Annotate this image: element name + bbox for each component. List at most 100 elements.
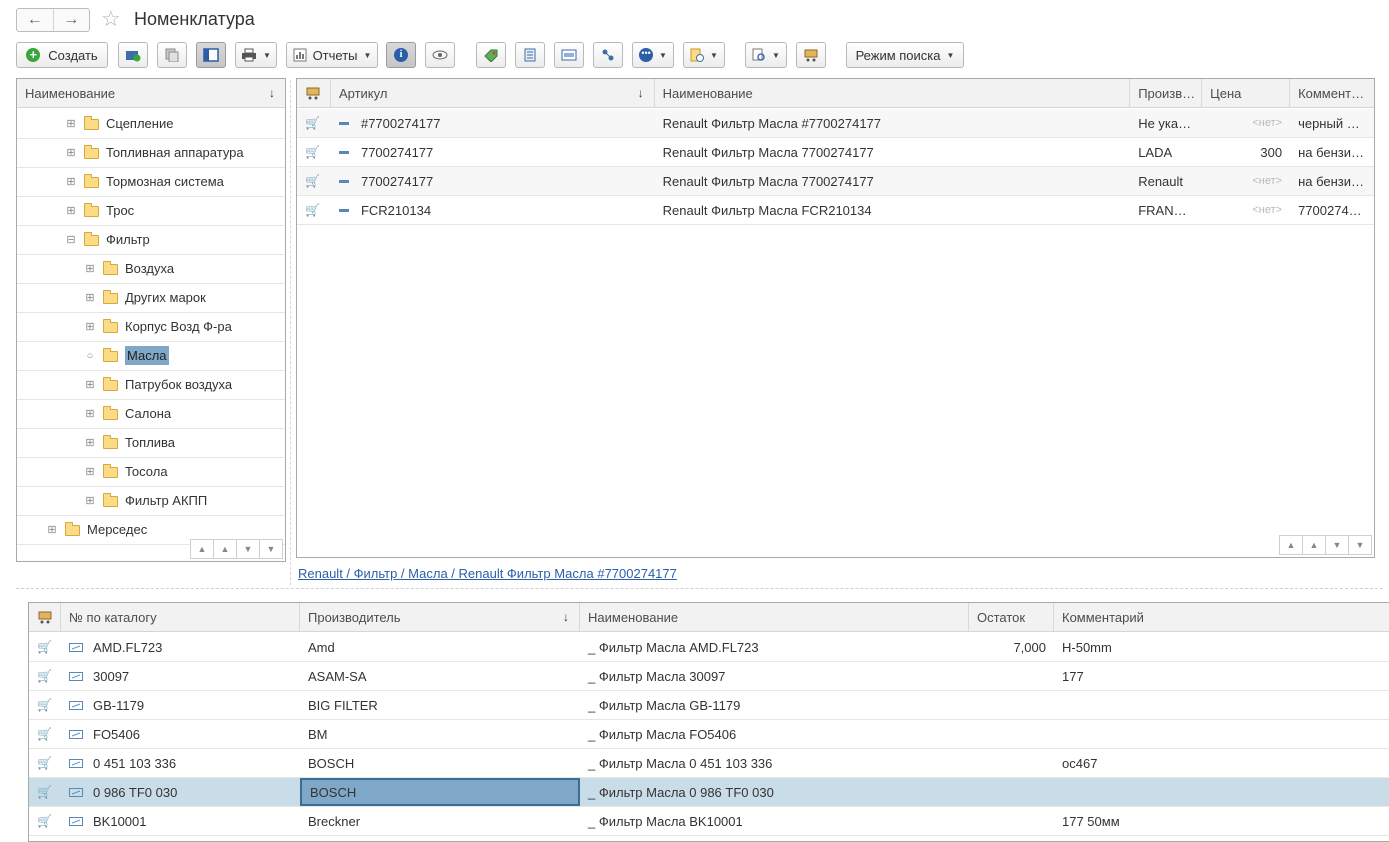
tree-node[interactable]: ⊞ Тормозная система [17,168,285,197]
tree-node[interactable]: ⊞ Корпус Возд Ф-ра [17,313,285,342]
add-to-cart-icon[interactable]: 🛒 [37,785,52,799]
expand-icon[interactable]: ⊞ [85,467,95,478]
scroll-up-icon[interactable]: ▲ [1302,535,1326,555]
tree-mode-button[interactable] [196,42,226,68]
table-row[interactable]: 🛒 AMD.FL723 Amd _ Фильтр Масла AMD.FL723 7,0… [29,633,1389,662]
expand-icon[interactable]: ⊞ [66,177,76,188]
search-mode-button[interactable]: Режим поиска ▼ [846,42,964,68]
add-to-cart-icon[interactable]: 🛒 [305,116,320,130]
expand-icon[interactable]: ⊞ [85,264,95,275]
column-stock[interactable]: Остаток [969,603,1054,631]
tree-node[interactable]: ⊞ Других марок [17,284,285,313]
scroll-top-icon[interactable]: ▲ [1279,535,1303,555]
column-manufacturer[interactable]: Производитель ↓ [300,603,580,631]
manufacturer-cell[interactable]: BIG FILTER [300,691,580,719]
manufacturer-cell[interactable]: Amd [300,633,580,661]
expand-icon[interactable]: ⊞ [85,293,95,304]
info-button[interactable]: i [386,42,416,68]
cart-cell[interactable]: 🛒 [29,691,61,719]
tree-node[interactable]: ⊞ Фильтр АКПП [17,487,285,516]
column-catalog-no[interactable]: № по каталогу [61,603,300,631]
column-manufacturer[interactable]: Произв… [1130,79,1203,107]
tree-node[interactable]: ○ Масла [17,342,285,371]
cart-cell[interactable]: 🛒 [29,720,61,748]
price-button[interactable] [476,42,506,68]
list-button[interactable] [515,42,545,68]
splitter-vertical[interactable] [290,80,291,585]
print-button[interactable]: ▼ [235,42,277,68]
cart-cell[interactable]: 🛒 [297,109,331,137]
cart-cell[interactable]: 🛒 [29,749,61,777]
cart-cell[interactable]: 🛒 [29,633,61,661]
sort-down-icon[interactable]: ↓ [269,86,275,100]
expand-icon[interactable]: ⊞ [66,206,76,217]
tree-node[interactable]: ⊞ Топливная аппаратура [17,139,285,168]
column-comment[interactable]: Комментарий [1054,603,1389,631]
splitter-horizontal[interactable] [16,588,1383,589]
scroll-down-icon[interactable]: ▼ [1325,535,1349,555]
manufacturer-cell[interactable]: BOSCH [300,778,580,806]
tree-node[interactable]: ⊞ Топлива [17,429,285,458]
add-to-cart-icon[interactable]: 🛒 [37,756,52,770]
column-article[interactable]: Артикул ↓ [331,79,655,107]
cart-cell[interactable]: 🛒 [297,167,331,195]
expand-icon[interactable]: ⊞ [66,148,76,159]
cart-cell[interactable]: 🛒 [29,807,61,835]
find-button[interactable]: ▼ [745,42,787,68]
expand-icon[interactable]: ⊞ [85,438,95,449]
cart-cell[interactable]: 🛒 [297,138,331,166]
add-to-cart-icon[interactable]: 🛒 [305,203,320,217]
create-button[interactable]: + Создать [16,42,108,68]
table-row[interactable]: 🛒 #7700274177 Renault Фильтр Масла #770027… [297,109,1374,138]
add-to-cart-icon[interactable]: 🛒 [305,145,320,159]
expand-icon[interactable]: ⊞ [66,119,76,130]
table-row[interactable]: 🛒 7700274177 Renault Фильтр Масла 77002741… [297,138,1374,167]
add-to-cart-icon[interactable]: 🛒 [37,727,52,741]
manufacturer-cell[interactable]: BM [300,720,580,748]
tree-node[interactable]: ⊞ Воздуха [17,255,285,284]
breadcrumb[interactable]: Renault / Фильтр / Масла / Renault Фильт… [298,566,677,581]
cart-cell[interactable]: 🛒 [29,778,61,806]
column-price[interactable]: Цена [1202,79,1291,107]
reports-button[interactable]: Отчеты ▼ [286,42,378,68]
documents-button[interactable]: ▼ [683,42,725,68]
tree-node[interactable]: ⊞ Патрубок воздуха [17,371,285,400]
table-row[interactable]: 🛒 0 986 TF0 030 BOSCH _ Фильтр Масла 0 986 … [29,778,1389,807]
sort-down-icon[interactable]: ↓ [563,610,569,624]
items-cart-column[interactable] [297,79,331,107]
tree-node[interactable]: ⊞ Сцепление [17,110,285,139]
cart-cell[interactable]: 🛒 [297,196,331,224]
expand-icon[interactable]: ⊞ [47,525,57,536]
expand-icon[interactable]: ⊞ [85,409,95,420]
manufacturer-cell[interactable]: ASAM-SA [300,662,580,690]
table-row[interactable]: 🛒 GB-1179 BIG FILTER _ Фильтр Масла GB-1179 [29,691,1389,720]
add-to-cart-icon[interactable]: 🛒 [37,640,52,654]
expand-icon[interactable]: ⊞ [85,380,95,391]
more-actions-button[interactable]: ••• ▼ [632,42,674,68]
add-to-cart-icon[interactable]: 🛒 [37,698,52,712]
barcode-button[interactable] [554,42,584,68]
scroll-bottom-icon[interactable]: ▼ [259,539,283,559]
back-arrow-icon[interactable]: ← [17,9,54,31]
tree-node[interactable]: ⊞ Трос [17,197,285,226]
expand-icon[interactable]: ⊞ [85,322,95,333]
scroll-bottom-icon[interactable]: ▼ [1348,535,1372,555]
add-to-cart-icon[interactable]: 🛒 [305,174,320,188]
scroll-top-icon[interactable]: ▲ [190,539,214,559]
table-row[interactable]: 🛒 FO5406 BM _ Фильтр Масла FO5406 [29,720,1389,749]
collapse-icon[interactable]: ⊟ [66,235,76,246]
column-comment[interactable]: Коммент… [1290,79,1374,107]
column-name[interactable]: Наименование [655,79,1131,107]
cart-settings-button[interactable] [796,42,826,68]
tree-node[interactable]: ⊞ Тосола [17,458,285,487]
column-name[interactable]: Наименование [580,603,969,631]
table-row[interactable]: 🛒 0 451 103 336 BOSCH _ Фильтр Масла 0 451 … [29,749,1389,778]
manufacturer-cell[interactable]: BOSCH [300,749,580,777]
tree-node[interactable]: ⊞ Салона [17,400,285,429]
create-folder-button[interactable] [118,42,148,68]
expand-icon[interactable]: ⊞ [85,496,95,507]
scroll-down-icon[interactable]: ▼ [236,539,260,559]
analogs-cart-column[interactable] [29,603,61,631]
preview-button[interactable] [425,42,455,68]
favorite-star-icon[interactable]: ☆ [101,7,121,31]
